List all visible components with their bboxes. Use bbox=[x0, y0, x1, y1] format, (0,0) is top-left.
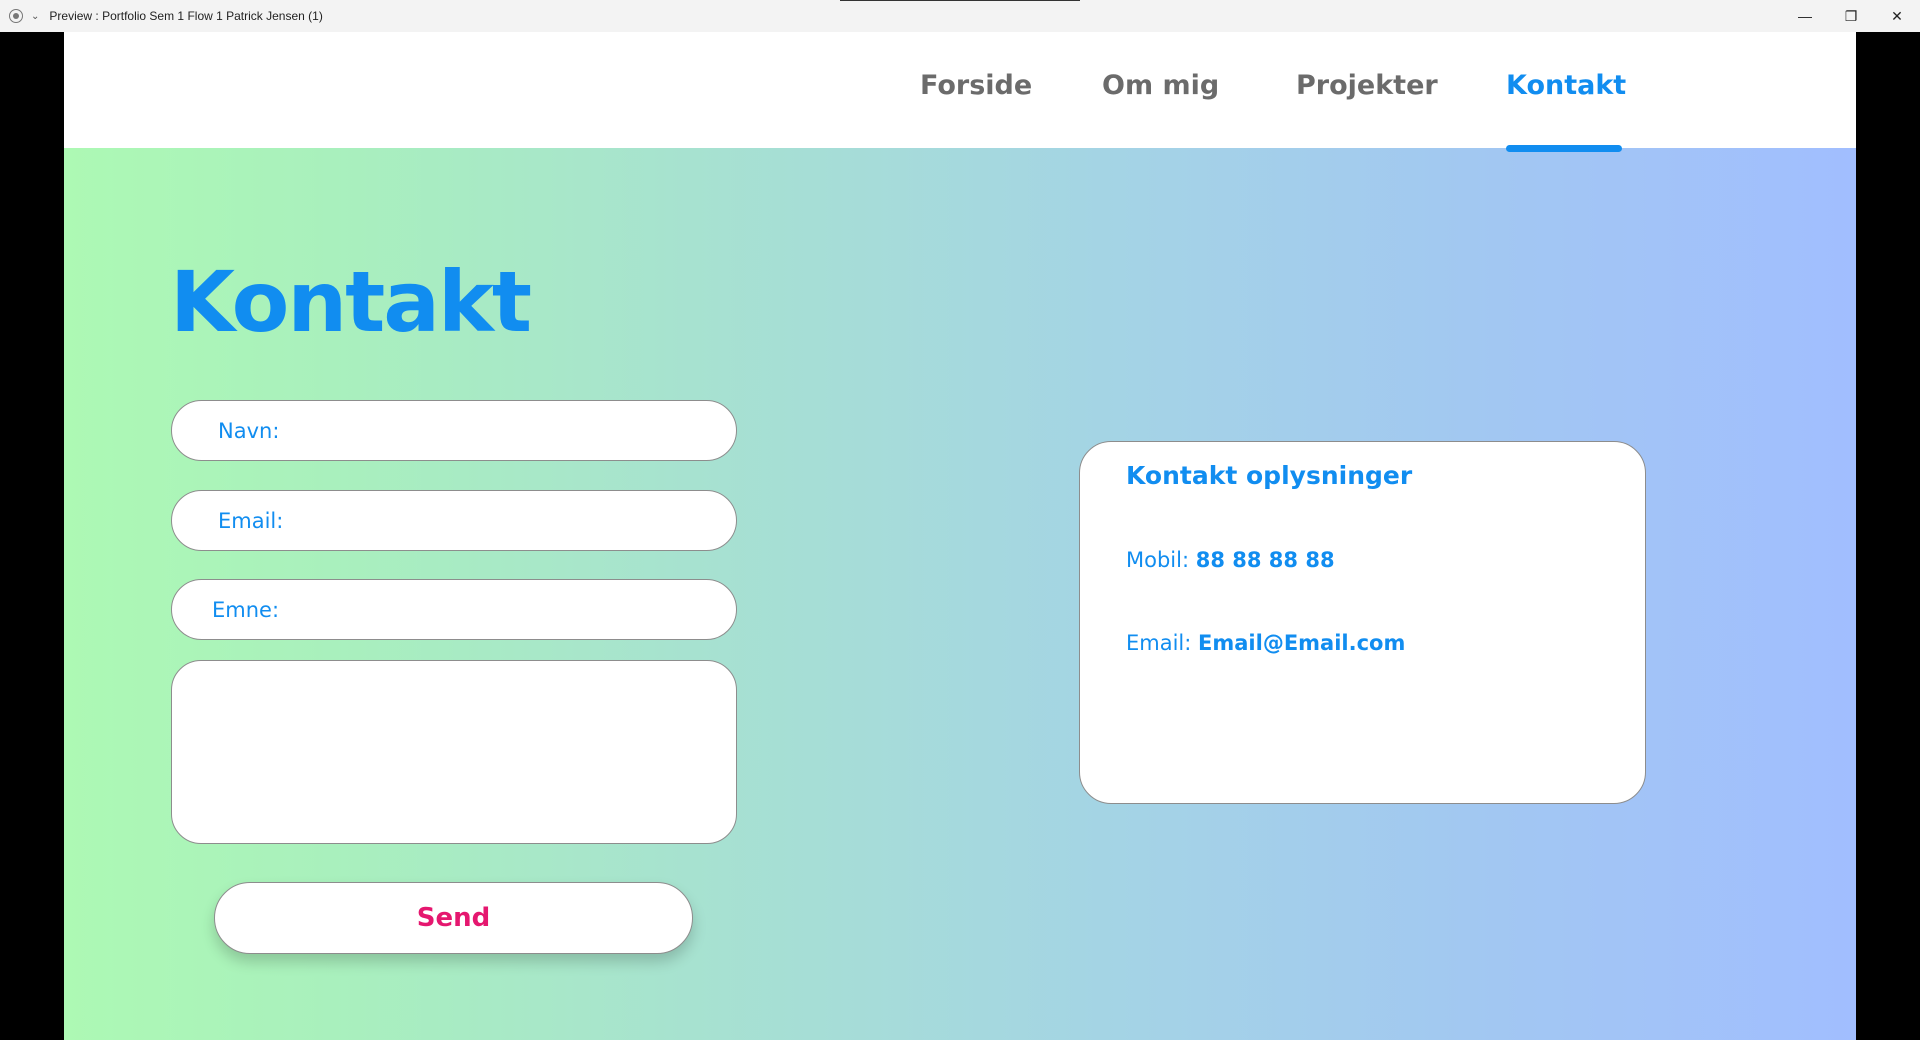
mobile-value: 88 88 88 88 bbox=[1195, 548, 1335, 572]
email-field-label: Email: bbox=[218, 508, 284, 533]
nav-item-forside[interactable]: Forside bbox=[920, 70, 1032, 101]
email-field[interactable]: Email: bbox=[171, 490, 737, 551]
email-line: Email: Email@Email.com bbox=[1126, 631, 1405, 655]
active-nav-indicator bbox=[1506, 145, 1622, 152]
minimize-button[interactable]: — bbox=[1782, 0, 1828, 32]
nav-item-om-mig[interactable]: Om mig bbox=[1102, 70, 1219, 101]
mobile-line: Mobil: 88 88 88 88 bbox=[1126, 548, 1335, 572]
nav-item-projekter[interactable]: Projekter bbox=[1296, 70, 1438, 101]
window-titlebar: ⌄ Preview : Portfolio Sem 1 Flow 1 Patri… bbox=[0, 0, 1920, 32]
loading-indicator bbox=[840, 0, 1080, 1]
restore-button[interactable]: ❐ bbox=[1828, 0, 1874, 32]
page-title: Kontakt bbox=[170, 253, 532, 351]
nav-item-kontakt[interactable]: Kontakt bbox=[1506, 70, 1626, 101]
window-title: Preview : Portfolio Sem 1 Flow 1 Patrick… bbox=[49, 9, 323, 23]
window-controls: — ❐ ✕ bbox=[1782, 0, 1920, 32]
contact-info-card: Kontakt oplysninger Mobil: 88 88 88 88 E… bbox=[1079, 441, 1646, 804]
chevron-down-icon[interactable]: ⌄ bbox=[31, 11, 39, 22]
message-textarea[interactable] bbox=[171, 660, 737, 844]
name-field[interactable]: Navn: bbox=[171, 400, 737, 461]
email-label: Email: bbox=[1126, 631, 1192, 655]
navbar: Forside Om mig Projekter Kontakt bbox=[64, 32, 1856, 148]
name-field-label: Navn: bbox=[218, 418, 280, 443]
record-icon[interactable] bbox=[9, 9, 23, 23]
contact-info-title: Kontakt oplysninger bbox=[1126, 461, 1413, 490]
close-button[interactable]: ✕ bbox=[1874, 0, 1920, 32]
preview-canvas: Forside Om mig Projekter Kontakt Kontakt… bbox=[64, 32, 1856, 1040]
subject-field-label: Emne: bbox=[212, 597, 280, 622]
subject-field[interactable]: Emne: bbox=[171, 579, 737, 640]
mobile-label: Mobil: bbox=[1126, 548, 1190, 572]
email-value[interactable]: Email@Email.com bbox=[1198, 631, 1405, 655]
send-button[interactable]: Send bbox=[214, 882, 693, 954]
